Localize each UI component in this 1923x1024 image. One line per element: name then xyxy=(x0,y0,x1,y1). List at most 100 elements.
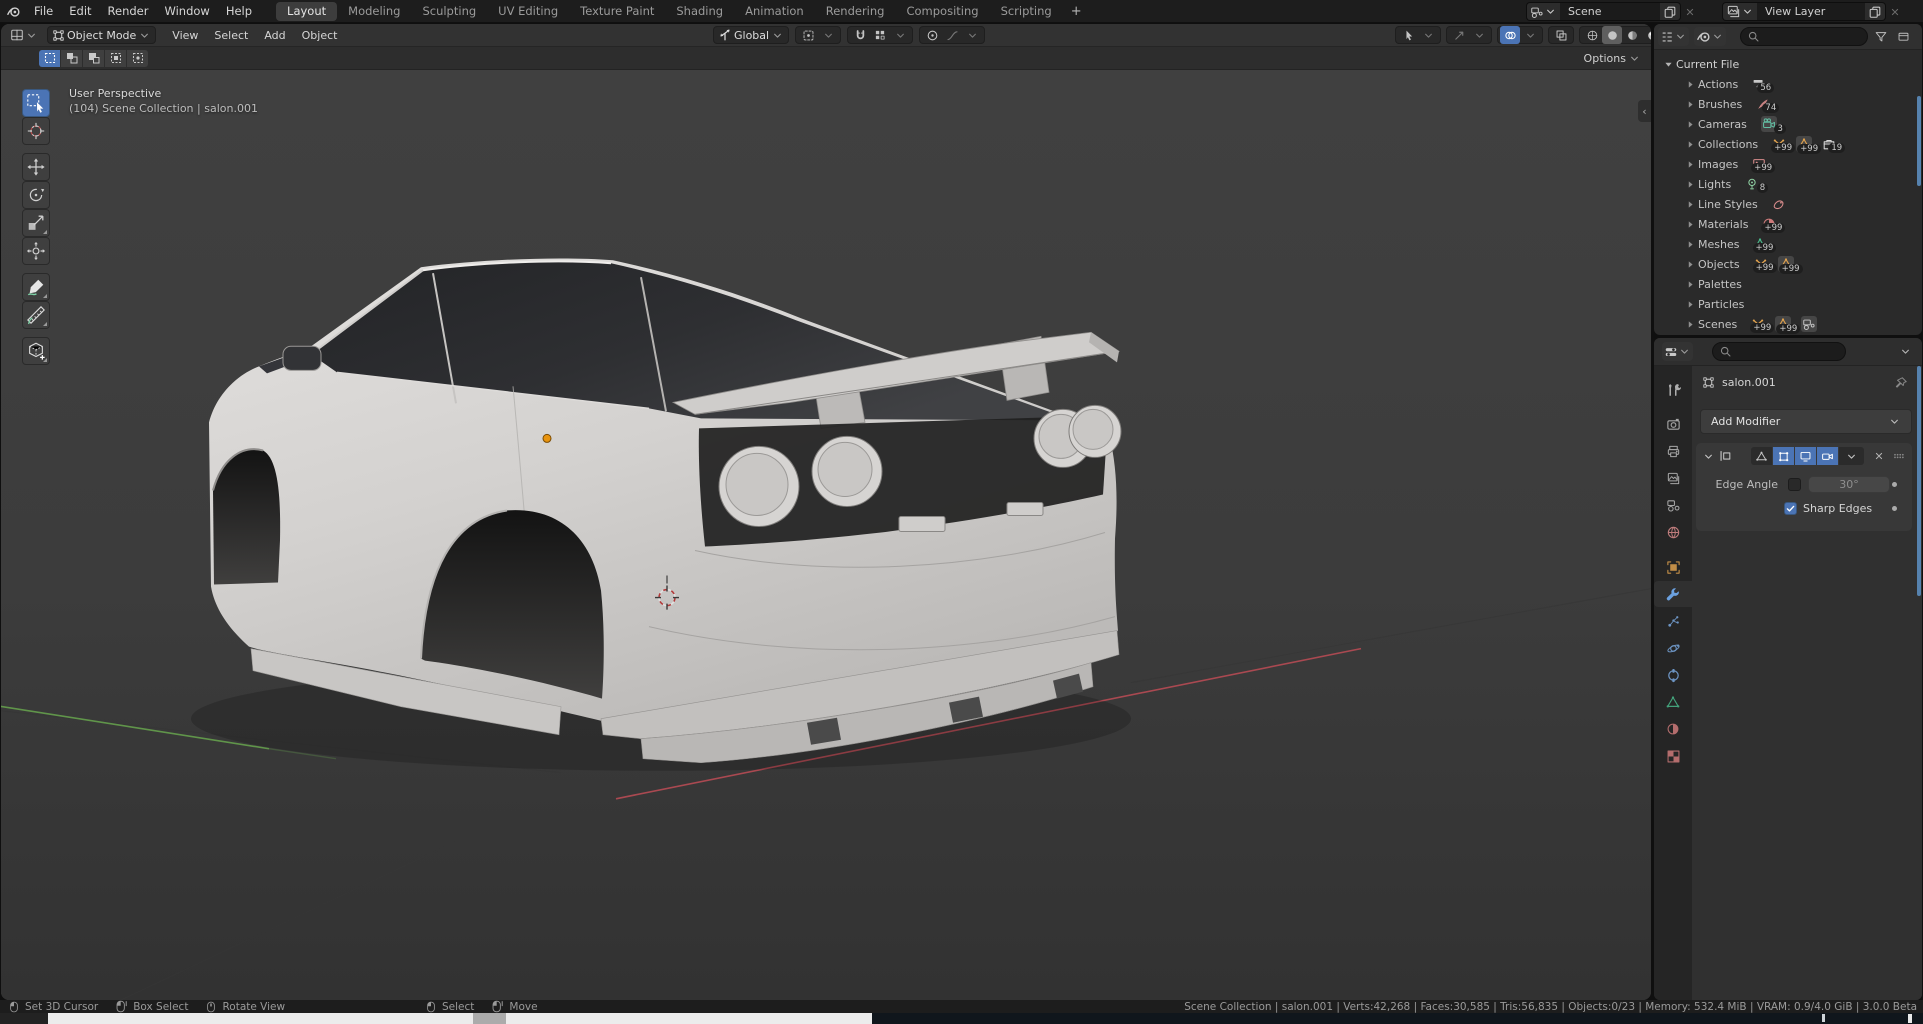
falloff-curve-icon[interactable] xyxy=(942,26,962,44)
select-mode-set-button[interactable] xyxy=(39,49,60,67)
modifier-delete-button[interactable] xyxy=(1873,450,1885,462)
properties-search-input[interactable] xyxy=(1712,342,1846,361)
tri-right-icon[interactable] xyxy=(1682,99,1698,110)
tri-right-icon[interactable] xyxy=(1682,219,1698,230)
viewport-menu-add[interactable]: Add xyxy=(256,24,293,47)
outliner-row-brushes[interactable]: Brushes 74 xyxy=(1654,94,1922,114)
tool-transform-button[interactable] xyxy=(22,237,50,265)
outliner-row-cameras[interactable]: Cameras 3 xyxy=(1654,114,1922,134)
new-view-layer-button[interactable] xyxy=(1865,2,1886,21)
properties-editor-type-button[interactable] xyxy=(1662,342,1693,361)
outliner-row-particles[interactable]: Particles xyxy=(1654,294,1922,314)
properties-tab-particles[interactable] xyxy=(1654,608,1692,634)
properties-tab-render[interactable] xyxy=(1654,411,1692,437)
tool-scale-button[interactable] xyxy=(22,209,50,237)
outliner-row-palettes[interactable]: Palettes xyxy=(1654,274,1922,294)
outliner-row-lights[interactable]: Lights 8 xyxy=(1654,174,1922,194)
outliner-row-materials[interactable]: Materials +99 xyxy=(1654,214,1922,234)
breadcrumb-object-name[interactable]: salon.001 xyxy=(1722,376,1776,389)
tri-right-icon[interactable] xyxy=(1682,79,1698,90)
workspace-tab-rendering[interactable]: Rendering xyxy=(815,2,896,21)
select-mode-intersect-button[interactable] xyxy=(127,49,148,67)
panel-expand-icon[interactable] xyxy=(1702,450,1715,463)
viewport-canvas[interactable]: User Perspective (104) Scene Collection … xyxy=(1,70,1651,1000)
blender-logo-icon[interactable] xyxy=(0,4,26,19)
properties-tab-physics[interactable] xyxy=(1654,635,1692,661)
chevron-down-icon[interactable] xyxy=(890,26,910,44)
orientation-dropdown[interactable]: Global xyxy=(713,26,790,44)
shading-rendered-icon[interactable] xyxy=(1642,26,1651,44)
on-cage-toggle[interactable] xyxy=(1751,447,1772,465)
chevron-down-icon[interactable] xyxy=(962,26,982,44)
properties-tab-scene[interactable] xyxy=(1654,492,1692,518)
menu-window[interactable]: Window xyxy=(156,0,217,23)
outliner-row-objects[interactable]: Objects +99 +99 xyxy=(1654,254,1922,274)
tool-measure-button[interactable] xyxy=(22,301,50,329)
edit-mode-toggle[interactable] xyxy=(1773,447,1794,465)
edge-angle-value-field[interactable]: 30° xyxy=(1808,475,1890,493)
tri-right-icon[interactable] xyxy=(1682,299,1698,310)
outliner-scrollbar[interactable] xyxy=(1917,96,1921,186)
tri-right-icon[interactable] xyxy=(1682,239,1698,250)
tool-add-cube-button[interactable] xyxy=(22,337,50,365)
proportional-editing-icon[interactable] xyxy=(922,26,942,44)
properties-tab-view-layer[interactable] xyxy=(1654,465,1692,491)
workspace-tab-sculpting[interactable]: Sculpting xyxy=(411,2,487,21)
selectability-visibility-dropdown[interactable] xyxy=(1395,26,1441,44)
properties-tab-material[interactable] xyxy=(1654,716,1692,742)
properties-tab-texture[interactable] xyxy=(1654,743,1692,769)
properties-tab-modifiers[interactable] xyxy=(1654,581,1692,607)
workspace-tab-texture-paint[interactable]: Texture Paint xyxy=(569,2,665,21)
tool-rotate-button[interactable] xyxy=(22,181,50,209)
workspace-tab-uv-editing[interactable]: UV Editing xyxy=(487,2,569,21)
outliner-filter-options-button[interactable] xyxy=(1897,30,1910,43)
outliner-row-line-styles[interactable]: Line Styles xyxy=(1654,194,1922,214)
tri-right-icon[interactable] xyxy=(1682,179,1698,190)
outliner-row-meshes[interactable]: Meshes +99 xyxy=(1654,234,1922,254)
select-mode-extend-button[interactable] xyxy=(61,49,82,67)
sidebar-collapse-button[interactable]: ‹ xyxy=(1638,100,1651,122)
edge-angle-checkbox[interactable] xyxy=(1788,477,1801,491)
options-dropdown[interactable]: Options xyxy=(1584,52,1641,65)
snap-toggle-magnet-icon[interactable] xyxy=(850,26,870,44)
workspace-tab-animation[interactable]: Animation xyxy=(734,2,815,21)
tool-cursor-button[interactable] xyxy=(22,117,50,145)
workspace-tab-modeling[interactable]: Modeling xyxy=(337,2,411,21)
tri-right-icon[interactable] xyxy=(1682,159,1698,170)
outliner-row-images[interactable]: Images +99 xyxy=(1654,154,1922,174)
properties-tab-world[interactable] xyxy=(1654,519,1692,545)
snap-mode-icon[interactable] xyxy=(870,26,890,44)
viewport-menu-object[interactable]: Object xyxy=(294,24,346,47)
editor-type-button[interactable] xyxy=(7,26,41,45)
scene-name[interactable]: Scene xyxy=(1560,2,1660,21)
workspace-tab-compositing[interactable]: Compositing xyxy=(895,2,989,21)
shading-material-icon[interactable] xyxy=(1622,26,1642,44)
shading-solid-icon[interactable] xyxy=(1602,26,1622,44)
menu-render[interactable]: Render xyxy=(100,0,157,23)
pivot-point-dropdown[interactable] xyxy=(795,26,842,44)
sharp-edges-checkbox[interactable] xyxy=(1784,501,1797,515)
properties-tab-output[interactable] xyxy=(1654,438,1692,464)
tool-select-box-button[interactable] xyxy=(22,89,50,117)
tool-move-button[interactable] xyxy=(22,153,50,181)
unlink-scene-button[interactable] xyxy=(1681,2,1699,21)
properties-tab-constraints[interactable] xyxy=(1654,662,1692,688)
add-workspace-button[interactable]: + xyxy=(1063,4,1090,19)
menu-edit[interactable]: Edit xyxy=(61,0,99,23)
workspace-tab-layout[interactable]: Layout xyxy=(276,1,338,21)
modifier-drag-handle[interactable] xyxy=(1892,449,1906,463)
tri-right-icon[interactable] xyxy=(1682,119,1698,130)
pin-icon[interactable] xyxy=(1894,376,1908,390)
modifier-extras-dropdown[interactable] xyxy=(1839,447,1864,465)
properties-tab-object[interactable] xyxy=(1654,554,1692,580)
animate-dot-icon[interactable] xyxy=(1892,505,1897,511)
workspace-tab-scripting[interactable]: Scripting xyxy=(990,2,1063,21)
shading-wireframe-icon[interactable] xyxy=(1582,26,1602,44)
outliner-row-collections[interactable]: Collections +99 +99 19 xyxy=(1654,134,1922,154)
tri-right-icon[interactable] xyxy=(1682,259,1698,270)
new-scene-button[interactable] xyxy=(1660,2,1681,21)
animate-dot-icon[interactable] xyxy=(1892,481,1897,487)
properties-tab-tool[interactable] xyxy=(1654,376,1692,402)
viewport-menu-select[interactable]: Select xyxy=(206,24,256,47)
select-mode-subtract-button[interactable] xyxy=(83,49,104,67)
